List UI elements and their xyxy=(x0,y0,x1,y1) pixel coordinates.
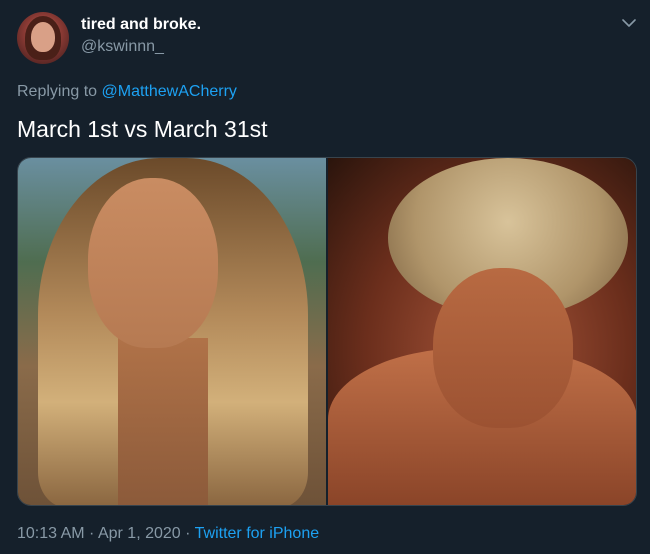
tweet-text: March 1st vs March 31st xyxy=(17,116,268,142)
media-grid xyxy=(17,157,637,506)
photo-left[interactable] xyxy=(18,158,326,505)
tweet-source-link[interactable]: Twitter for iPhone xyxy=(195,525,320,542)
replying-to-label: Replying to xyxy=(17,83,98,100)
display-name[interactable]: tired and broke. xyxy=(81,16,201,34)
photo-right[interactable] xyxy=(328,158,636,505)
meta-separator: · xyxy=(84,525,98,542)
avatar[interactable] xyxy=(17,12,69,64)
tweet-time[interactable]: 10:13 AM xyxy=(17,525,85,542)
user-handle[interactable]: @kswinnn_ xyxy=(81,38,164,56)
meta-separator: · xyxy=(180,525,195,542)
chevron-down-icon[interactable] xyxy=(620,14,638,32)
photo-left-face xyxy=(88,178,218,348)
tweet-meta: 10:13 AM · Apr 1, 2020 · Twitter for iPh… xyxy=(17,525,319,543)
photo-left-neck xyxy=(118,338,208,505)
avatar-face xyxy=(31,22,55,52)
tweet-date[interactable]: Apr 1, 2020 xyxy=(98,525,181,542)
replying-to: Replying to @MatthewACherry xyxy=(17,83,237,101)
reply-mention-link[interactable]: @MatthewACherry xyxy=(102,83,237,100)
tweet: tired and broke. @kswinnn_ Replying to @… xyxy=(0,0,650,554)
photo-right-face xyxy=(433,268,573,428)
